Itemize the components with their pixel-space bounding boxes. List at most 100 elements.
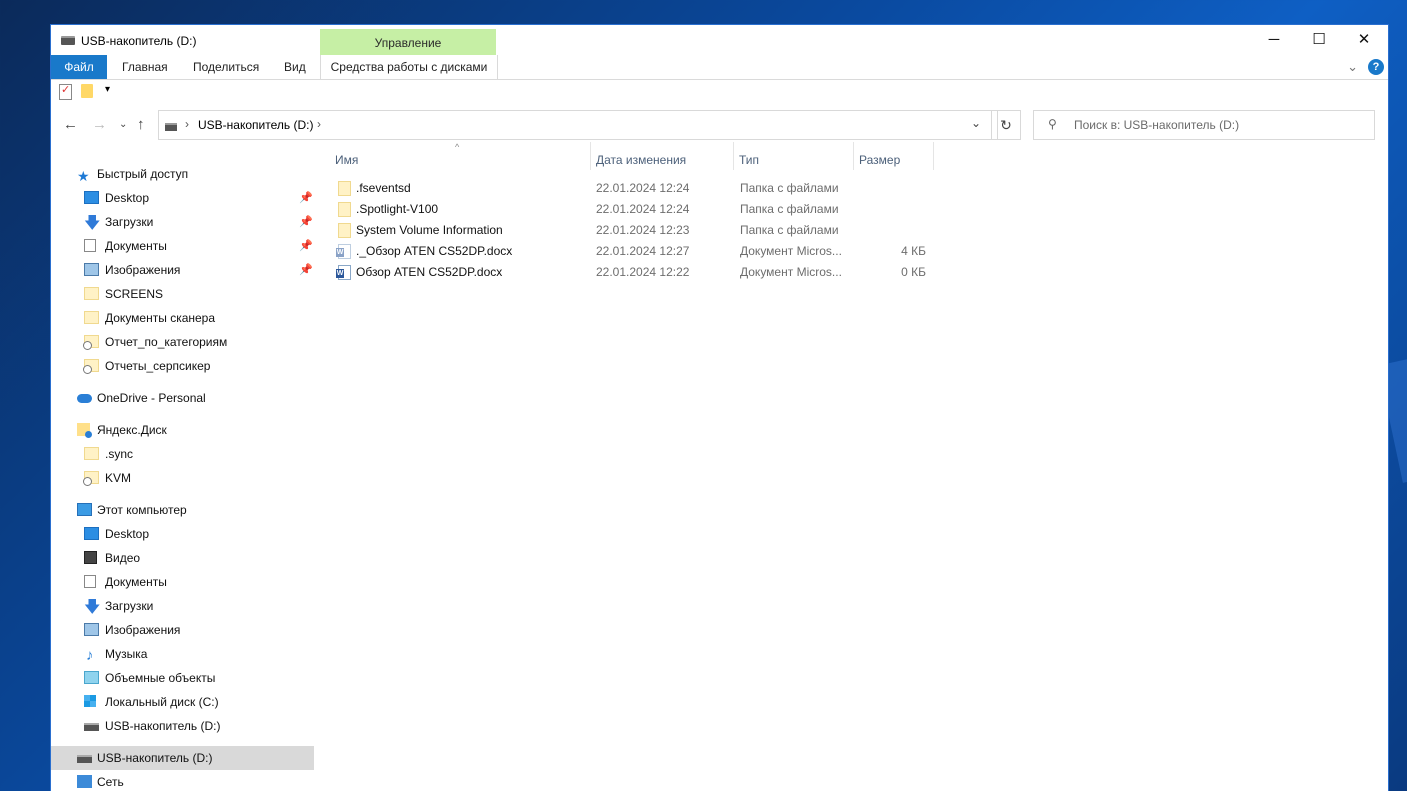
file-type: Папка с файлами [740, 223, 839, 237]
tab-view[interactable]: Вид [284, 55, 306, 79]
column-header-date[interactable]: Дата изменения [591, 142, 734, 170]
file-row[interactable]: ._Обзор ATEN CS52DP.docx 22.01.2024 12:2… [330, 241, 930, 262]
tab-drive-tools[interactable]: Средства работы с дисками [320, 55, 498, 79]
documents-icon [84, 575, 96, 588]
sidebar-item-pc-desktop[interactable]: Desktop [84, 522, 314, 546]
sidebar-item-kvm[interactable]: KVM [83, 466, 314, 490]
sidebar-item-label: Документы [105, 575, 167, 589]
sidebar-item-category-report[interactable]: Отчет_по_категориям [83, 330, 314, 354]
title-bar: USB-накопитель (D:) Управление ─ ☐ ✕ [51, 25, 1388, 55]
video-icon [84, 551, 97, 564]
file-name: Обзор ATEN CS52DP.docx [356, 265, 503, 279]
sidebar-item-label: Локальный диск (C:) [105, 695, 219, 709]
sidebar-item-music[interactable]: ♪ Музыка [84, 642, 314, 666]
folder-icon [84, 311, 99, 324]
sidebar-item-scanner-docs[interactable]: Документы сканера [84, 306, 314, 330]
pin-icon[interactable]: 📌 [299, 186, 313, 210]
cloud-icon [77, 394, 92, 403]
music-icon: ♪ [86, 647, 94, 664]
usb-drive-icon [165, 123, 177, 131]
file-date: 22.01.2024 12:23 [596, 223, 690, 237]
file-row[interactable]: System Volume Information 22.01.2024 12:… [330, 220, 930, 241]
sidebar-item-network[interactable]: Сеть [77, 770, 307, 791]
sidebar-item-label: Музыка [105, 647, 148, 661]
sidebar-item-onedrive[interactable]: OneDrive - Personal [77, 386, 307, 410]
maximize-button[interactable]: ☐ [1296, 25, 1342, 55]
minimize-button[interactable]: ─ [1251, 25, 1297, 55]
tab-file[interactable]: Файл [51, 55, 107, 79]
file-row[interactable]: .Spotlight-V100 22.01.2024 12:24 Папка с… [330, 199, 930, 220]
window-title: USB-накопитель (D:) [81, 34, 197, 48]
sidebar-item-serpseeker-reports[interactable]: Отчеты_серпсикер [83, 354, 314, 378]
file-row[interactable]: .fseventsd 22.01.2024 12:24 Папка с файл… [330, 178, 930, 199]
up-button[interactable]: ↑ [137, 116, 145, 133]
chevron-down-icon[interactable]: ⌄ [1347, 59, 1358, 75]
file-type: Документ Micros... [740, 265, 842, 279]
sidebar-item-pc-downloads[interactable]: 🡇 Загрузки [84, 594, 314, 618]
sidebar-item-label: Сеть [97, 775, 124, 789]
sidebar-item-screens[interactable]: SCREENS [84, 282, 314, 306]
sidebar-item-3d-objects[interactable]: Объемные объекты [84, 666, 314, 690]
sidebar-item-label: Изображения [105, 623, 181, 637]
pin-icon[interactable]: 📌 [299, 210, 313, 234]
sidebar-item-video[interactable]: Видео [84, 546, 314, 570]
new-folder-icon[interactable] [81, 84, 93, 98]
breadcrumb-separator-icon[interactable]: › [317, 117, 321, 131]
customize-toolbar-icon[interactable]: ▾ [105, 84, 110, 95]
help-icon[interactable]: ? [1368, 59, 1384, 75]
file-date: 22.01.2024 12:24 [596, 202, 690, 216]
file-date: 22.01.2024 12:24 [596, 181, 690, 195]
sidebar-item-label: Desktop [105, 191, 150, 205]
sidebar-item-label: Загрузки [105, 599, 154, 613]
file-size: 4 КБ [901, 244, 926, 258]
close-button[interactable]: ✕ [1341, 25, 1387, 55]
context-group-manage[interactable]: Управление [320, 29, 496, 55]
sidebar-item-pictures[interactable]: Изображения 📌 [84, 258, 314, 282]
sidebar-item-usb-root[interactable]: USB-накопитель (D:) [51, 746, 314, 770]
sidebar-item-sync[interactable]: .sync [84, 442, 314, 466]
breadcrumb[interactable]: USB-накопитель (D:) [198, 118, 313, 132]
file-name: ._Обзор ATEN CS52DP.docx [356, 244, 513, 258]
sidebar-item-label: KVM [105, 471, 132, 485]
column-header-type[interactable]: Тип [734, 142, 854, 170]
file-row[interactable]: Обзор ATEN CS52DP.docx 22.01.2024 12:22 … [330, 262, 930, 283]
sidebar-item-pc-documents[interactable]: Документы [84, 570, 314, 594]
column-header-size[interactable]: Размер [854, 142, 934, 170]
folder-icon [338, 202, 351, 217]
star-icon: ★ [77, 168, 90, 184]
breadcrumb-separator-icon[interactable]: › [185, 117, 189, 131]
back-button[interactable]: ← [63, 116, 78, 133]
pin-icon[interactable]: 📌 [299, 258, 313, 282]
sidebar-item-quick-access[interactable]: ★ Быстрый доступ [77, 162, 307, 186]
file-size: 0 КБ [901, 265, 926, 279]
tab-share[interactable]: Поделиться [193, 55, 259, 79]
pin-icon[interactable]: 📌 [299, 234, 313, 258]
network-icon [77, 775, 92, 788]
file-date: 22.01.2024 12:22 [596, 265, 690, 279]
refresh-button[interactable]: ↻ [991, 110, 1021, 140]
sidebar-item-downloads[interactable]: 🡇 Загрузки 📌 [84, 210, 314, 234]
usb-drive-icon [77, 755, 92, 763]
quick-access-toolbar: ▾ [51, 80, 1388, 104]
navigation-pane: ★ Быстрый доступ Desktop 📌 🡇 Загрузки 📌 … [51, 142, 314, 791]
sidebar-item-label: Документы сканера [105, 311, 216, 325]
tab-home[interactable]: Главная [122, 55, 168, 79]
usb-drive-icon [61, 36, 75, 45]
recent-locations-button[interactable]: ⌄ [119, 119, 127, 130]
sidebar-item-pc-pictures[interactable]: Изображения [84, 618, 314, 642]
sidebar-item-desktop[interactable]: Desktop 📌 [84, 186, 314, 210]
column-header-name[interactable]: Имя [330, 142, 591, 170]
sidebar-item-this-pc[interactable]: Этот компьютер [77, 498, 307, 522]
ribbon-controls: ⌄ ? [1328, 59, 1388, 77]
sidebar-item-usb-d[interactable]: USB-накопитель (D:) [84, 714, 314, 738]
sidebar-item-local-disk-c[interactable]: Локальный диск (C:) [84, 690, 314, 714]
sidebar-item-documents[interactable]: Документы 📌 [84, 234, 314, 258]
address-bar[interactable]: › USB-накопитель (D:) › ⌄ [158, 110, 998, 140]
search-input[interactable]: ⚲ Поиск в: USB-накопитель (D:) [1033, 110, 1375, 140]
downloads-icon: 🡇 [84, 215, 101, 232]
sidebar-item-label: USB-накопитель (D:) [97, 751, 213, 765]
properties-icon[interactable] [59, 83, 72, 100]
sidebar-item-yandex-disk[interactable]: Яндекс.Диск [77, 418, 307, 442]
address-history-icon[interactable]: ⌄ [971, 116, 981, 130]
forward-button[interactable]: → [92, 116, 107, 133]
